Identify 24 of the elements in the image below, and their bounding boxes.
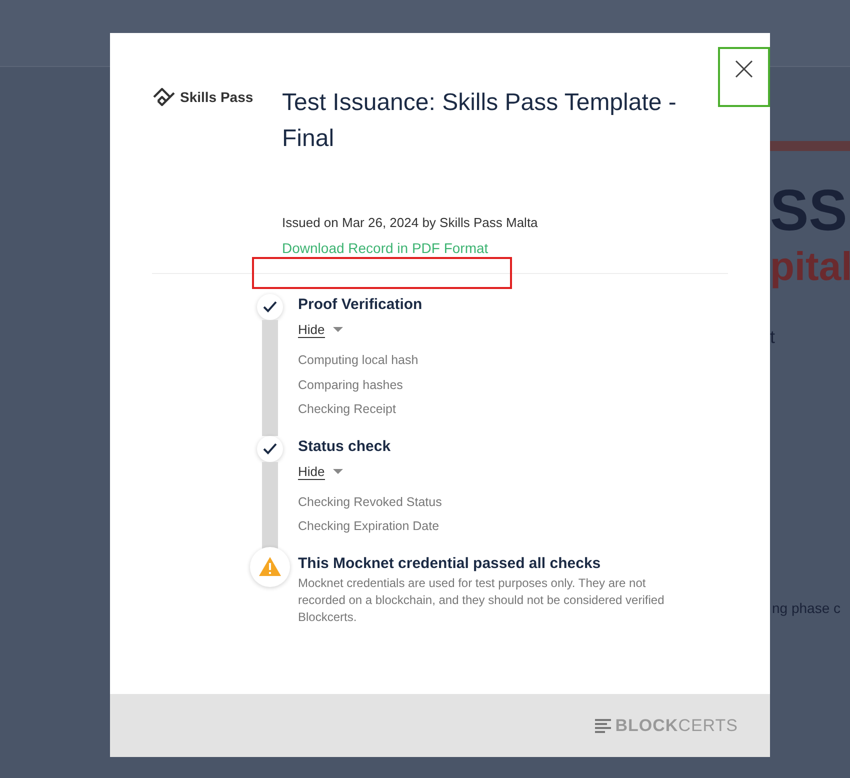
hide-toggle[interactable]: Hide [298, 322, 343, 338]
background-text: pital [770, 245, 850, 289]
credential-title: Test Issuance: Skills Pass Template - Final [282, 88, 678, 154]
substep-text: Checking Revoked Status [298, 494, 442, 511]
issued-text: Issued on Mar 26, 2024 by Skills Pass Malta [282, 215, 539, 230]
step-title: Proof Verification [298, 295, 422, 315]
hide-toggle[interactable]: Hide [298, 464, 343, 480]
substep-text: Checking Receipt [298, 401, 397, 418]
close-icon [734, 59, 754, 79]
close-button[interactable] [718, 47, 770, 107]
step-title: This Mocknet credential passed all checks [298, 554, 602, 574]
substep-text: Checking Expiration Date [298, 518, 440, 535]
check-icon [257, 436, 283, 462]
warning-icon [250, 546, 290, 586]
substep-text: Comparing hashes [298, 376, 404, 394]
logo-icon [152, 86, 176, 108]
substep-text: Computing local hash [298, 352, 420, 369]
caret-icon [332, 468, 343, 474]
blockcerts-logo: BLOCKCERTS [595, 716, 738, 736]
check-icon [257, 294, 283, 320]
logo-text: Skills Pass [180, 89, 254, 105]
caret-icon [332, 327, 343, 333]
step-title: Status check [298, 436, 392, 456]
warning-description: Mocknet credentials are used for test purposes only. They are not recorded on a blockchain, and they should not be considered verified Blockcerts. [298, 574, 666, 626]
